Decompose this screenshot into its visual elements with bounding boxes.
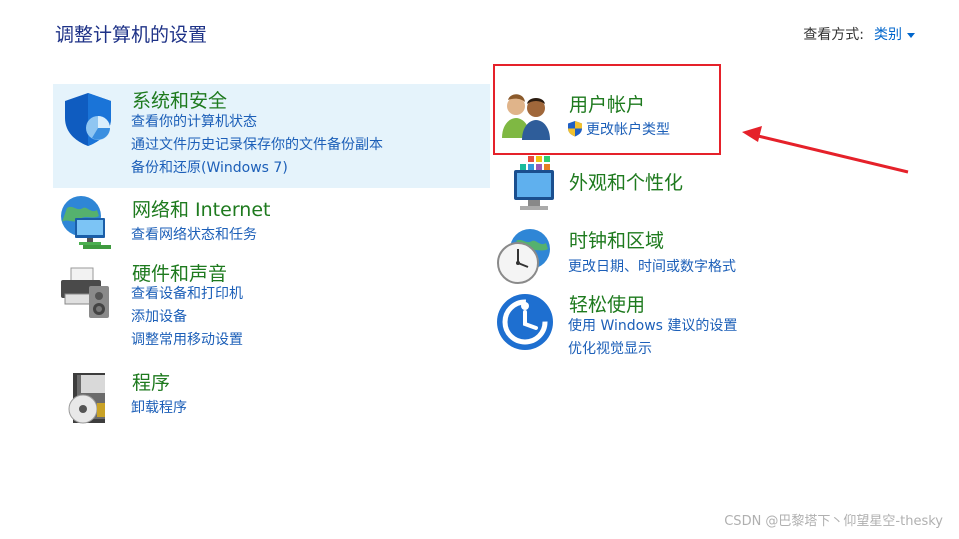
link-change-date-time-format[interactable]: 更改日期、时间或数字格式: [568, 256, 736, 279]
shield-icon: [59, 90, 117, 148]
page-title: 调整计算机的设置: [55, 24, 208, 46]
clock-globe-icon: [494, 227, 552, 285]
category-title[interactable]: 硬件和声音: [132, 259, 227, 286]
ease-of-access-icon: [496, 292, 554, 350]
view-by-dropdown[interactable]: 类别: [874, 27, 902, 43]
view-by-label: 查看方式:: [803, 27, 864, 43]
printer-speaker-icon: [57, 264, 115, 322]
link-optimize-visual-display[interactable]: 优化视觉显示: [568, 338, 737, 361]
category-network-internet[interactable]: 网络和 Internet 查看网络状态和任务: [53, 192, 490, 252]
link-uninstall-program[interactable]: 卸载程序: [131, 397, 187, 420]
link-network-status[interactable]: 查看网络状态和任务: [131, 224, 257, 247]
category-programs[interactable]: 程序 卸载程序: [53, 365, 490, 425]
link-mobility-settings[interactable]: 调整常用移动设置: [131, 329, 243, 352]
link-devices-printers[interactable]: 查看设备和打印机: [131, 283, 243, 306]
category-title[interactable]: 外观和个性化: [569, 168, 683, 195]
view-by-control: 查看方式: 类别: [803, 24, 915, 44]
category-title[interactable]: 轻松使用: [569, 290, 645, 317]
category-title[interactable]: 程序: [132, 368, 170, 395]
category-system-security[interactable]: 系统和安全 查看你的计算机状态 通过文件历史记录保存你的文件备份副本 备份和还原…: [53, 84, 490, 188]
annotation-arrow-icon: [742, 126, 909, 174]
monitor-tiles-icon: [498, 156, 556, 214]
link-add-device[interactable]: 添加设备: [131, 306, 243, 329]
chevron-down-icon[interactable]: [907, 32, 915, 38]
category-clock-region[interactable]: 时钟和区域 更改日期、时间或数字格式: [494, 223, 931, 285]
watermark: CSDN @巴黎塔下丶仰望星空-thesky: [724, 514, 943, 529]
link-file-history[interactable]: 通过文件历史记录保存你的文件备份副本: [131, 134, 383, 157]
network-globe-icon: [57, 194, 115, 252]
category-hardware-sound[interactable]: 硬件和声音 查看设备和打印机 添加设备 调整常用移动设置: [53, 256, 490, 356]
annotation-highlight-box: [493, 64, 721, 155]
category-title[interactable]: 网络和 Internet: [132, 195, 270, 222]
category-ease-of-access[interactable]: 轻松使用 使用 Windows 建议的设置 优化视觉显示: [494, 288, 931, 368]
link-windows-recommended-settings[interactable]: 使用 Windows 建议的设置: [568, 315, 737, 338]
category-title[interactable]: 系统和安全: [132, 86, 227, 113]
link-backup-restore[interactable]: 备份和还原(Windows 7): [131, 157, 383, 180]
link-view-computer-status[interactable]: 查看你的计算机状态: [131, 111, 383, 134]
category-title[interactable]: 时钟和区域: [569, 226, 664, 253]
programs-disc-icon: [59, 369, 117, 427]
